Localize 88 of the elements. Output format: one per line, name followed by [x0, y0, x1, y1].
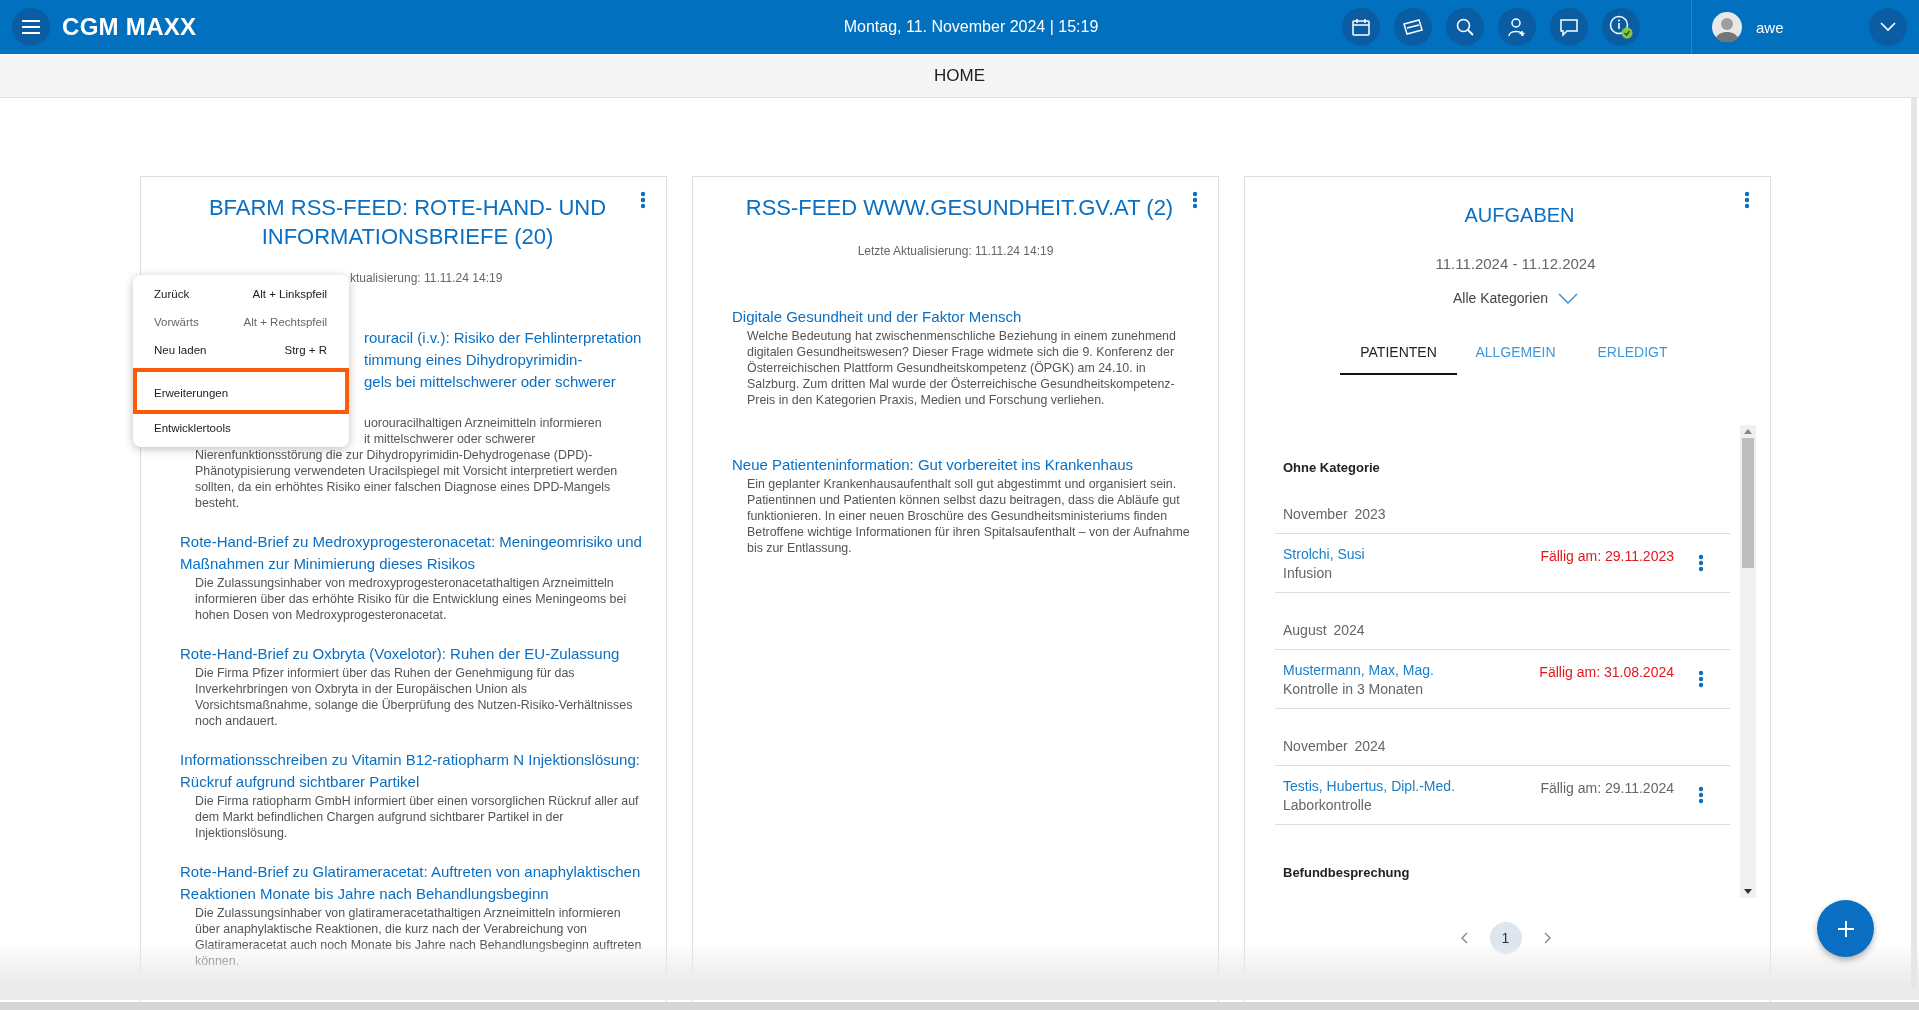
patient-link[interactable]: Testis, Hubertus, Dipl.-Med.	[1283, 777, 1541, 794]
article-title[interactable]: Informationsschreiben zu Vitamin B12-ratiopharm N Injektionslösung: Rückruf aufgrund sichtbarer Partikel	[180, 749, 642, 793]
scroll-up-icon[interactable]	[1744, 429, 1752, 434]
date-time: Montag, 11. November 2024 | 15:19	[842, 18, 1100, 36]
task-description: Kontrolle in 3 Monaten	[1283, 680, 1425, 697]
person-plus-icon	[1507, 17, 1527, 37]
user-name: awe	[1756, 18, 1784, 36]
avatar-icon	[1712, 12, 1742, 42]
article-summary: Ein geplanter Krankenhausaufenthalt soll gut abgestimmt und organisiert sein. Patientinnen und Patienten können selbst dazu beitragen, dass die Abläufe gut funktionieren. In einer neuen Broschüre des Gesundheitsministeriums finden Betroffene wichtige Informationen für ihren Spitalsaufenthalt – von der Aufnahme bis zur Entlassung.	[746, 476, 1191, 556]
search-button[interactable]	[1446, 8, 1484, 46]
article-title[interactable]: Rote-Hand-Brief zu Oxbryta (Voxelotor): Ruhen der EU-Zulassung	[180, 643, 642, 665]
article-title[interactable]: Rote-Hand-Brief zu Medroxyprogesteronacetat: Meningeomrisiko und Maßnahmen zur Minimierung dieses Risikos	[180, 531, 642, 575]
article-summary: it mittelschwerer oder schwerer	[363, 431, 537, 447]
menu-item-label: Neu laden	[154, 344, 207, 356]
add-button[interactable]	[1817, 900, 1874, 957]
previous-page-icon[interactable]	[1459, 932, 1468, 944]
article-summary: Nierenfunktionsstörung die zur Dihydropyrimidin-Dehydrogenase (DPD)-Phänotypisierung verwendeten Uracilspiegel mit Vorsicht interpretiert werden sollten, da ein erhöhtes Risiko einer falschen Diagnose eines DPD-Mangels besteht.	[195, 447, 619, 511]
card-title: BFARM RSS-FEED: ROTE-HAND- UND INFORMATIONSBRIEFE (20)	[207, 194, 608, 251]
more-options-icon[interactable]	[1698, 554, 1704, 572]
plus-icon	[1836, 919, 1855, 938]
menu-item-label: Erweiterungen	[154, 387, 229, 399]
tab[interactable]: ERLEDIGT	[1574, 334, 1691, 375]
date-range: 11.11.2024 - 11.12.2024	[1434, 255, 1597, 272]
article-summary: Die Zulassungsinhaber von glatirameracetathaltigen Arzneimitteln informieren über anaphylaktische Reaktionen, die kurz nach der Verabreichung von Glatirameracetat auch noch Monate bis Jahre nach Behandlungsbeginn auftreten können.	[194, 905, 642, 969]
menu-button[interactable]	[12, 8, 50, 46]
more-options-icon[interactable]	[640, 191, 646, 209]
article-summary: Die Firma Pfizer informiert über das Ruhen der Genehmigung für das Inverkehrbringen von Oxbryta in der Europäischen Union als Vorsichtsmaßnahme, solange die Überprüfung des Nutzen-Risiko-Verhältnisses noch andauert.	[194, 665, 634, 729]
article-title[interactable]: Neue Patienteninformation: Gut vorbereitet ins Krankenhaus	[732, 454, 1194, 476]
category-heading: Ohne Kategorie	[1282, 459, 1381, 477]
shortcut-text: Strg + R	[284, 344, 327, 356]
add-person-button[interactable]	[1498, 8, 1536, 46]
app-logo: CGM MAXX	[62, 13, 198, 41]
info-button[interactable]	[1602, 8, 1640, 46]
chat-icon	[1559, 17, 1579, 37]
patient-link[interactable]: Mustermann, Max, Mag.	[1283, 661, 1540, 678]
more-options-icon[interactable]	[1698, 670, 1704, 688]
menu-item[interactable]: Zurück Alt + Linkspfeil	[133, 280, 349, 308]
article-summary: Welche Bedeutung hat zwischenmenschliche Beziehung in einem zunehmend digitalen Gesundheitswesen? Dieser Frage widmete sich die 9. Konferenz der Österreichischen Plattform Gesundheitskompetenz (ÖPGK) am 24.10. in Salzburg. Zum dritten Mal wurde der Österreichische Gesundheitskompetenz-Preis in den Kategorien Praxis, Medien und Forschung verliehen.	[746, 328, 1177, 408]
chevron-down-icon	[1880, 22, 1896, 32]
more-options-icon[interactable]	[1698, 786, 1704, 804]
user-menu-button[interactable]	[1869, 8, 1907, 46]
due-date: Fällig am: 29.11.2024	[1540, 780, 1674, 796]
card-icon	[1402, 17, 1424, 37]
article-summary: Die Firma ratiopharm GmbH informiert über einen vorsorglichen Rückruf aller auf dem Markt befindlichen Chargen aufgrund sichtbarer Partikel in der Injektionslösung.	[194, 793, 640, 841]
card-title: AUFGABEN	[1463, 203, 1576, 228]
task-description: Infusion	[1283, 564, 1334, 581]
chat-button[interactable]	[1550, 8, 1588, 46]
chevron-down-icon	[1557, 292, 1578, 304]
page-scrollbar[interactable]	[1911, 98, 1917, 988]
menu-item-label: Entwicklertools	[154, 422, 231, 434]
tab[interactable]: ALLGEMEIN	[1457, 334, 1574, 375]
menu-item[interactable]: Entwicklertools	[133, 414, 349, 442]
article-title[interactable]: Rote-Hand-Brief zu Glatirameracetat: Auftreten von anaphylaktischen Reaktionen Monate bis Jahre nach Behandlungsbeginn	[180, 861, 642, 905]
menu-icon	[22, 20, 40, 34]
due-date: Fällig am: 29.11.2023	[1540, 548, 1674, 564]
tab[interactable]: PATIENTEN	[1340, 334, 1457, 375]
card-title: RSS-FEED WWW.GESUNDHEIT.GV.AT (2)	[744, 194, 1175, 222]
article-summary: Die Zulassungsinhaber von medroxyprogesteronacetathaltigen Arzneimitteln informieren über das erhöhte Risiko für die Entwicklung eines Meningeoms bei hohen Dosen von Medroxyprogesteronacetat.	[194, 575, 628, 623]
category-heading: Befundbesprechung	[1282, 864, 1411, 882]
last-updated: Letzte Aktualisierung: 11.11.24 14:19	[856, 244, 1055, 258]
last-updated: ktualisierung: 11.11.24 14:19	[349, 271, 504, 285]
page-button[interactable]: 1	[1489, 922, 1522, 954]
more-options-icon[interactable]	[1192, 191, 1198, 209]
info-check-icon	[1608, 14, 1634, 40]
shortcut-text: Alt + Rechtspfeil	[243, 316, 327, 328]
category-dropdown[interactable]: Alle Kategorien	[1451, 286, 1580, 310]
scrollbar[interactable]	[1740, 425, 1756, 898]
menu-item-label: Vorwärts	[154, 316, 199, 328]
page-title: HOME	[934, 65, 985, 86]
menu-item[interactable]: Neu laden Strg + R	[133, 336, 349, 364]
menu-item[interactable]: Erweiterungen	[133, 368, 349, 414]
calendar-button[interactable]	[1342, 8, 1380, 46]
shortcut-text: Alt + Linkspfeil	[252, 288, 327, 300]
search-icon	[1455, 17, 1475, 37]
month-heading: November 2023	[1275, 494, 1730, 534]
article-title[interactable]: Digitale Gesundheit und der Faktor Mensch	[732, 306, 1194, 328]
due-date: Fällig am: 31.08.2024	[1539, 664, 1674, 680]
more-options-icon[interactable]	[1744, 191, 1750, 209]
card-button[interactable]	[1394, 8, 1432, 46]
task-description: Laborkontrolle	[1283, 796, 1373, 813]
month-heading: November 2024	[1275, 726, 1730, 766]
month-heading: August 2024	[1275, 610, 1730, 650]
calendar-icon	[1351, 17, 1371, 37]
patient-link[interactable]: Strolchi, Susi	[1283, 545, 1541, 562]
scroll-down-icon[interactable]	[1744, 889, 1752, 894]
scrollbar-thumb[interactable]	[1742, 438, 1754, 568]
next-page-icon[interactable]	[1543, 932, 1552, 944]
menu-item-label: Zurück	[154, 288, 190, 300]
